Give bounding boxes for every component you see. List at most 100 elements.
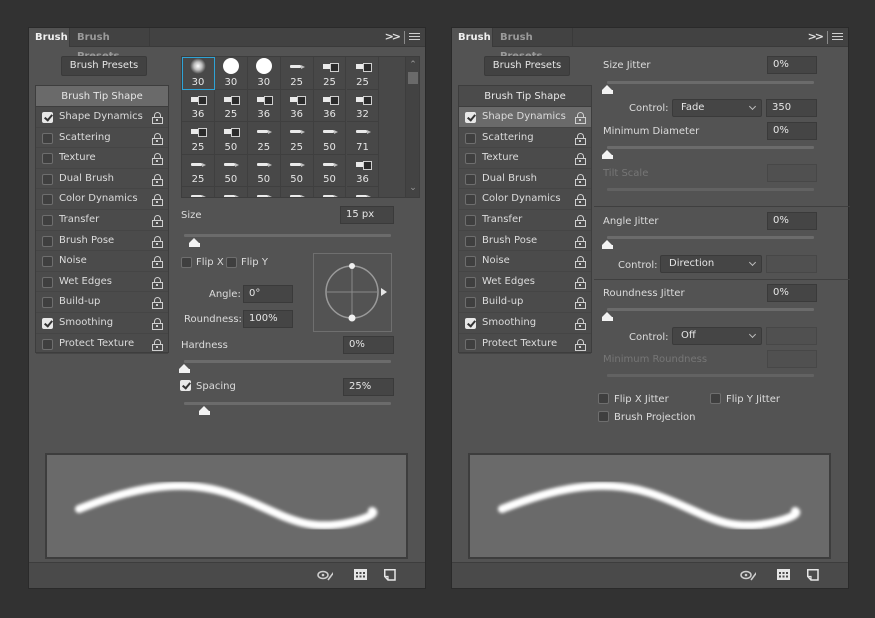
- brush-option-smoothing[interactable]: Smoothing: [459, 313, 591, 334]
- brush-option-protect-texture[interactable]: Protect Texture: [36, 334, 168, 355]
- brush-tip-preset[interactable]: 50: [280, 154, 314, 187]
- brush-tip-preset[interactable]: 36: [346, 154, 380, 187]
- brush-option-transfer[interactable]: Transfer: [459, 210, 591, 231]
- unlock-icon[interactable]: [575, 194, 586, 207]
- brush-option-dual-brush[interactable]: Dual Brush: [36, 169, 168, 190]
- brush-tip-preset[interactable]: 30: [214, 57, 248, 90]
- size-field[interactable]: 15 px: [340, 206, 394, 224]
- brush-option-transfer[interactable]: Transfer: [36, 210, 168, 231]
- unlock-icon[interactable]: [575, 256, 586, 269]
- hardness-field[interactable]: 0%: [343, 336, 394, 354]
- brush-tip-preset[interactable]: 36: [247, 89, 281, 122]
- option-checkbox[interactable]: [42, 317, 53, 329]
- tab-brush-presets[interactable]: Brush Presets: [71, 28, 150, 62]
- brush-tip-preset[interactable]: 25: [182, 122, 215, 155]
- unlock-icon[interactable]: [152, 297, 163, 310]
- size-slider[interactable]: [184, 234, 391, 247]
- brush-option-scattering[interactable]: Scattering: [459, 128, 591, 149]
- size-slider-thumb[interactable]: [188, 238, 200, 247]
- unlock-icon[interactable]: [575, 214, 586, 227]
- option-checkbox[interactable]: [42, 173, 53, 185]
- option-checkbox[interactable]: [465, 317, 476, 329]
- brush-tip-preset[interactable]: 30: [182, 57, 215, 90]
- option-checkbox[interactable]: [42, 214, 53, 226]
- unlock-icon[interactable]: [575, 132, 586, 145]
- brush-tip-shape-item[interactable]: Brush Tip Shape: [459, 86, 591, 107]
- option-checkbox[interactable]: [465, 214, 476, 226]
- unlock-icon[interactable]: [575, 297, 586, 310]
- roundness-jitter-slider-thumb[interactable]: [601, 312, 613, 321]
- brush-option-color-dynamics[interactable]: Color Dynamics: [36, 189, 168, 210]
- minimum-diameter-field[interactable]: 0%: [767, 122, 817, 140]
- brush-grid-scrollbar[interactable]: ⌃ ⌄: [405, 57, 419, 197]
- spacing-slider-thumb[interactable]: [199, 406, 211, 415]
- brush-tip-preset[interactable]: 50: [313, 122, 347, 155]
- angle-jitter-slider-thumb[interactable]: [601, 240, 613, 249]
- unlock-icon[interactable]: [575, 338, 586, 351]
- minimum-diameter-slider[interactable]: [601, 146, 814, 159]
- hamburger-menu-icon[interactable]: [409, 33, 420, 42]
- create-new-brush-icon[interactable]: [384, 569, 400, 582]
- size-control-select[interactable]: Fade: [672, 99, 762, 117]
- brush-presets-button[interactable]: Brush Presets: [484, 56, 570, 76]
- toggle-brush-preview-icon[interactable]: [317, 569, 333, 582]
- brush-presets-button[interactable]: Brush Presets: [61, 56, 147, 76]
- brush-option-wet-edges[interactable]: Wet Edges: [459, 272, 591, 293]
- tab-brush-presets[interactable]: Brush Presets: [494, 28, 573, 62]
- roundness-control-select[interactable]: Off: [672, 327, 762, 345]
- unlock-icon[interactable]: [152, 132, 163, 145]
- brush-option-texture[interactable]: Texture: [36, 148, 168, 169]
- brush-tip-preset[interactable]: [182, 187, 215, 197]
- unlock-icon[interactable]: [152, 112, 163, 124]
- brush-tip-preset[interactable]: [215, 187, 248, 197]
- brush-tip-preset[interactable]: [248, 187, 281, 197]
- option-checkbox[interactable]: [42, 194, 53, 206]
- roundness-jitter-slider[interactable]: [601, 308, 814, 321]
- brush-option-shape-dynamics[interactable]: Shape Dynamics: [459, 107, 591, 128]
- option-checkbox[interactable]: [42, 132, 53, 144]
- brush-tip-preset[interactable]: 25: [280, 122, 314, 155]
- angle-roundness-widget[interactable]: [313, 253, 392, 332]
- option-checkbox[interactable]: [42, 297, 53, 309]
- brush-tip-preset[interactable]: 25: [182, 154, 215, 187]
- angle-jitter-field[interactable]: 0%: [767, 212, 817, 230]
- brush-option-texture[interactable]: Texture: [459, 148, 591, 169]
- brush-option-build-up[interactable]: Build-up: [459, 292, 591, 313]
- brush-option-dual-brush[interactable]: Dual Brush: [459, 169, 591, 190]
- toggle-brush-preview-icon[interactable]: [740, 569, 756, 582]
- unlock-icon[interactable]: [575, 153, 586, 166]
- brush-option-brush-pose[interactable]: Brush Pose: [459, 231, 591, 252]
- brush-tip-preset[interactable]: 32: [346, 89, 380, 122]
- flip-y-jitter-checkbox[interactable]: [710, 393, 721, 404]
- brush-tip-preset[interactable]: [281, 187, 314, 197]
- brush-tip-preset[interactable]: 50: [247, 154, 281, 187]
- option-checkbox[interactable]: [465, 256, 476, 268]
- fade-steps-field[interactable]: 350: [766, 99, 817, 117]
- unlock-icon[interactable]: [152, 153, 163, 166]
- hardness-slider-thumb[interactable]: [178, 364, 190, 373]
- brush-tip-preset[interactable]: 25: [247, 122, 281, 155]
- brush-tip-shape-item[interactable]: Brush Tip Shape: [36, 86, 168, 107]
- option-checkbox[interactable]: [465, 235, 476, 247]
- unlock-icon[interactable]: [575, 276, 586, 289]
- brush-option-scattering[interactable]: Scattering: [36, 128, 168, 149]
- flip-y-checkbox[interactable]: [226, 257, 237, 268]
- brush-option-brush-pose[interactable]: Brush Pose: [36, 231, 168, 252]
- option-checkbox[interactable]: [42, 338, 53, 350]
- brush-tip-preset[interactable]: 50: [313, 154, 347, 187]
- flip-x-checkbox[interactable]: [181, 257, 192, 268]
- tab-brush[interactable]: Brush: [452, 28, 493, 47]
- brush-option-shape-dynamics[interactable]: Shape Dynamics: [36, 107, 168, 128]
- brush-tip-preset[interactable]: 30: [247, 57, 281, 90]
- option-checkbox[interactable]: [42, 235, 53, 247]
- unlock-icon[interactable]: [152, 338, 163, 351]
- option-checkbox[interactable]: [465, 276, 476, 288]
- option-checkbox[interactable]: [465, 173, 476, 185]
- unlock-icon[interactable]: [575, 112, 586, 124]
- scroll-down-icon[interactable]: ⌄: [409, 184, 417, 193]
- roundness-field[interactable]: 100%: [243, 310, 293, 328]
- create-new-brush-icon[interactable]: [807, 569, 823, 582]
- brush-projection-checkbox[interactable]: [598, 411, 609, 422]
- brush-option-protect-texture[interactable]: Protect Texture: [459, 334, 591, 355]
- option-checkbox[interactable]: [465, 153, 476, 165]
